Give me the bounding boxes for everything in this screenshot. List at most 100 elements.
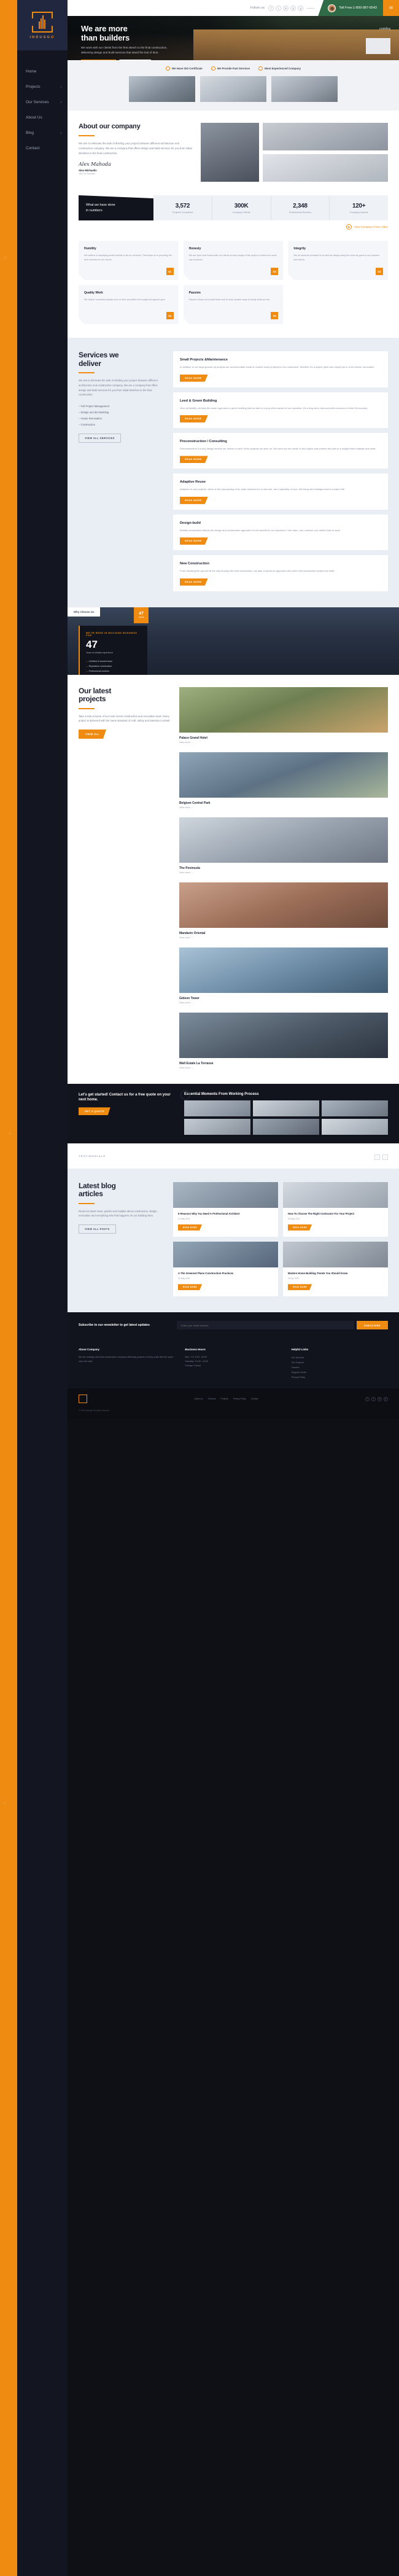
project-meta[interactable]: View more → [179,741,388,744]
project-card[interactable]: Mandarin Oriental View more → [179,882,388,939]
footer-bar-links: About Us Services Projects Privacy Polic… [194,1398,258,1400]
linkedin-icon[interactable]: in [377,1396,382,1401]
project-card[interactable]: Wall Estate La Terrasse View more → [179,1012,388,1069]
footer-logo[interactable] [79,1395,87,1404]
read-more-button[interactable]: READ MORE [180,415,208,422]
service-list-item[interactable]: – Construction [79,421,165,427]
read-more-button[interactable]: READ MORE [180,578,208,586]
project-image [179,882,388,928]
project-card[interactable]: Gideon Tower View more → [179,947,388,1004]
read-more-button[interactable]: READ MORE [180,375,208,382]
facebook-icon[interactable]: f [268,5,274,11]
projects-paragraph: Take a look at some of our most recent c… [79,714,171,723]
service-card: Adaptive Reuse Adaptive re-use projects, … [173,473,388,510]
project-card[interactable]: Belgium Central Park View more → [179,752,388,809]
gallery-image[interactable] [322,1100,388,1116]
footer-bar-link[interactable]: About Us [194,1398,203,1400]
blog-read-more-button[interactable]: READ MORE [178,1284,202,1290]
service-card-title: Small Projects &Maintenance [180,358,228,362]
sidebar-item-blog[interactable]: Blog › [17,125,68,141]
blog-read-more-button[interactable]: READ MORE [178,1224,202,1231]
facebook-icon[interactable]: f [365,1396,370,1401]
newsletter-section: Subscribe to our newsletter to get lates… [68,1312,399,1339]
footer-link[interactable]: Our Projects [292,1360,388,1365]
project-meta[interactable]: View more → [179,806,388,809]
mail-icon[interactable]: ✉ [383,0,399,16]
sidebar-item-about-us[interactable]: About Us [17,110,68,125]
blog-card-date: 26 Apr 2021 [288,1277,300,1280]
linkedin-icon[interactable]: in [283,5,289,11]
footer-link[interactable]: Careers [292,1365,388,1370]
gallery-image[interactable] [184,1118,250,1135]
footer-bar-link[interactable]: Projects [220,1398,228,1400]
carousel-arrows: ‹ › [374,1154,388,1160]
project-meta[interactable]: View more → [179,1002,388,1004]
project-meta[interactable]: View more → [179,871,388,874]
get-quote-button[interactable]: GET A QUOTE [79,1107,110,1115]
footer-bar-link[interactable]: Contact [251,1398,258,1400]
service-list-item[interactable]: – Design and 3D Modeling [79,409,165,415]
carousel-prev-icon[interactable]: ‹ [374,1154,380,1160]
blog-card[interactable]: A The Greenest Plans Construction Practi… [173,1241,278,1297]
view-all-projects-button[interactable]: VIEW ALL [79,730,106,739]
blog-card[interactable]: 5 Reasons Why You Need A Professional Ar… [173,1181,278,1237]
signature-role: CEO & Founder [79,173,96,176]
sidebar-item-label: Contact [26,146,40,150]
pinterest-icon[interactable]: p [383,1396,388,1401]
footer-link[interactable]: Our Services [292,1355,388,1360]
project-image [179,947,388,993]
pinterest-icon[interactable]: p [290,5,296,11]
google-icon[interactable]: g [298,5,304,11]
service-list-item[interactable]: – Full Project Management [79,403,165,409]
project-card[interactable]: Palace Grand Hotel View more → [179,687,388,744]
view-all-services-button[interactable]: VIEW ALL SERVICES [79,434,121,443]
carousel-next-icon[interactable]: › [382,1154,388,1160]
blog-card[interactable]: How To Choose The Right Contractor For Y… [283,1181,388,1237]
read-more-button[interactable]: READ MORE [180,456,208,463]
project-meta[interactable]: View more → [179,1067,388,1069]
gallery-image[interactable] [253,1118,319,1135]
gallery-image[interactable] [253,1100,319,1116]
gallery-image[interactable] [184,1100,250,1116]
footer-column-about: About Company We are a design and build … [79,1348,175,1380]
project-title: Belgium Central Park [179,801,211,805]
footer-link[interactable]: Support Center [292,1370,388,1375]
newsletter-email-input[interactable] [177,1321,354,1330]
sidebar-item-projects[interactable]: Projects › [17,79,68,95]
sidebar-item-home[interactable]: Home [17,64,68,79]
twitter-icon[interactable]: t [371,1396,376,1401]
stat-label: Projects Completed [172,211,193,214]
promo-video-link[interactable]: ▶ View Company Promo Video [79,224,388,230]
footer-link[interactable]: Privacy Policy [292,1375,388,1380]
blog-card-title: A The Greenest Plans Construction Practi… [178,1271,234,1275]
read-more-button[interactable]: READ MORE [180,497,208,504]
title-rule [79,707,95,709]
view-all-posts-button[interactable]: VIEW ALL POSTS [79,1224,116,1234]
service-card-text: In addition to our large,ground up proje… [180,365,375,369]
gallery-image[interactable] [322,1118,388,1135]
logo[interactable]: INDUSGO [17,0,68,50]
project-title: The Peninsula [179,866,200,870]
project-card[interactable]: The Peninsula View more → [179,817,388,874]
blog-read-more-button[interactable]: READ MORE [288,1224,312,1231]
project-image [179,1012,388,1058]
blog-read-more-button[interactable]: READ MORE [288,1284,312,1290]
sidebar-item-our-services[interactable]: Our Services › [17,95,68,110]
title-rule [79,134,95,136]
project-meta[interactable]: View more → [179,936,388,939]
twitter-icon[interactable]: t [276,5,282,11]
testimonials-label: TESTIMONIALS [79,1154,106,1158]
toll-free-banner: Toll Free:1-800-987-6543 [318,0,383,16]
newsletter-subscribe-button[interactable]: SUBSCRIBE [356,1321,388,1330]
blog-card[interactable]: Modern Home Building Trends You Should K… [283,1241,388,1297]
why-bullet: Completed 3,572 projects [86,674,141,675]
divider [307,7,315,9]
footer-bar-link[interactable]: Services [207,1398,215,1400]
service-list-item[interactable]: – House Renovation [79,415,165,421]
gear-icon [180,1089,190,1100]
sidebar-item-contact[interactable]: Contact [17,141,68,156]
read-more-button[interactable]: READ MORE [180,537,208,545]
logo-wordmark: INDUSGO [29,35,55,39]
hero-thumbnail[interactable] [366,38,390,54]
footer-bar-link[interactable]: Privacy Policy [233,1398,246,1400]
